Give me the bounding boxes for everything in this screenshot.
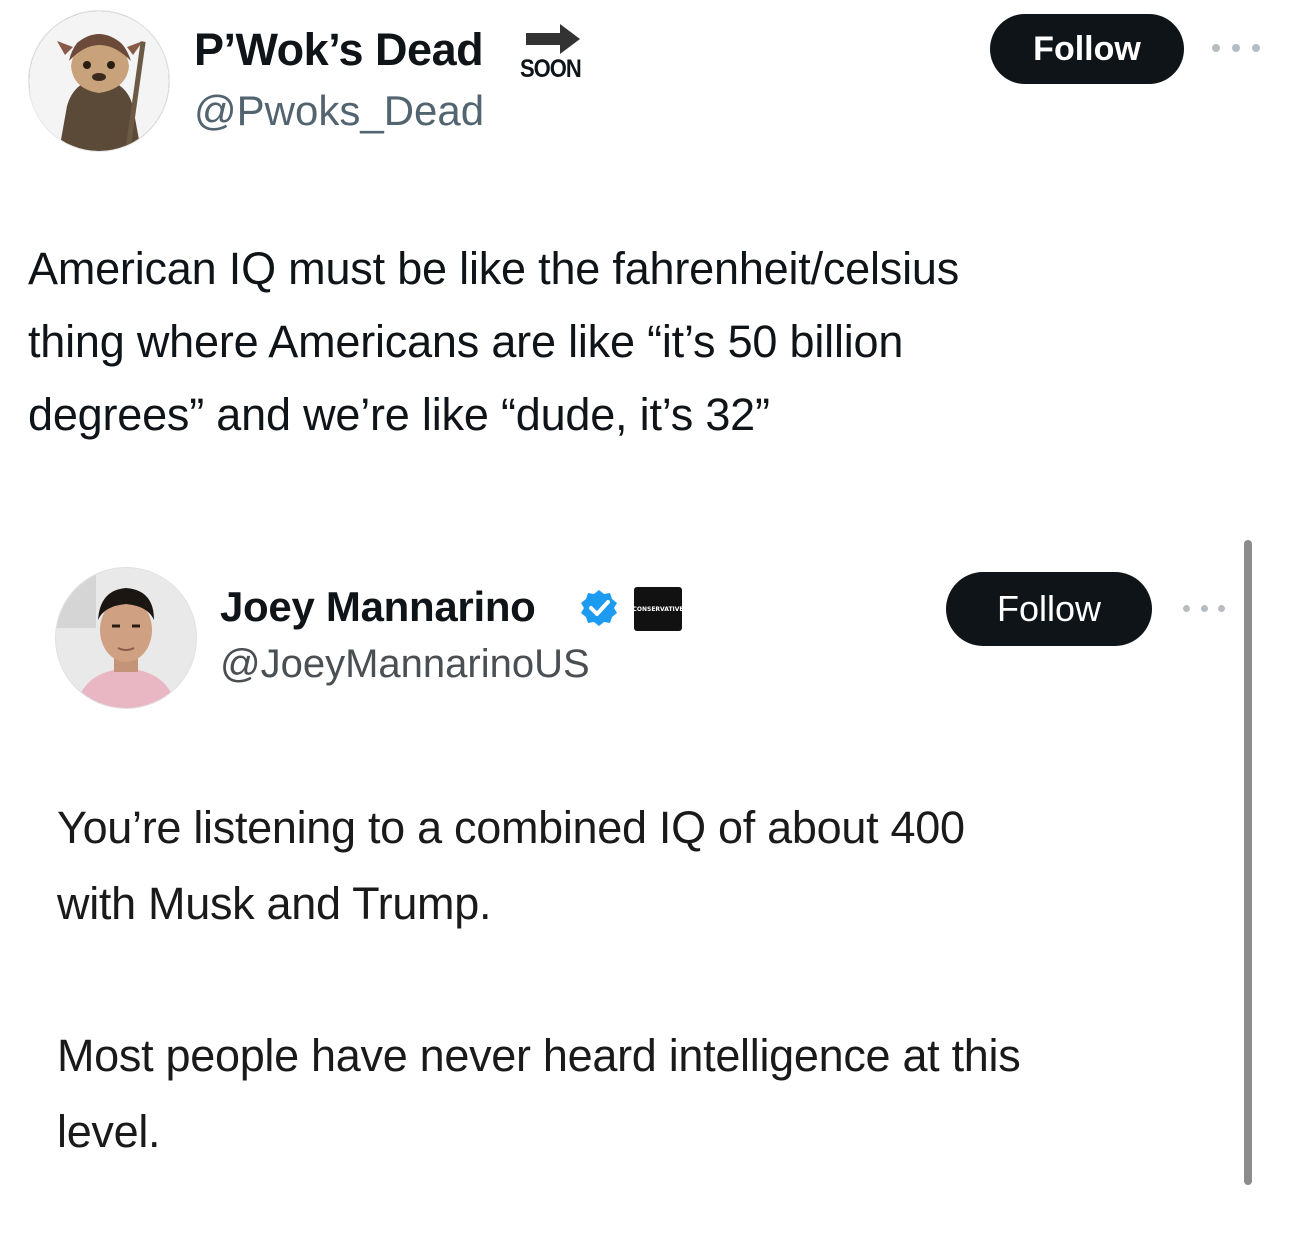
user-handle[interactable]: @Pwoks_Dead <box>194 86 484 136</box>
quoted-more-options-icon[interactable] <box>1183 601 1225 615</box>
affiliate-badge: CONSERVATIVE <box>632 587 684 631</box>
quoted-display-name[interactable]: Joey Mannarino <box>220 582 536 632</box>
quoted-text-line: with Musk and Trump. <box>57 878 492 929</box>
avatar[interactable] <box>28 10 170 152</box>
quoted-text-line: level. <box>57 1106 161 1157</box>
tweet-text: American IQ must be like the fahrenheit/… <box>28 232 1268 451</box>
affiliate-badge-label: CONSERVATIVE <box>632 605 684 613</box>
arrow-right-icon <box>526 24 580 54</box>
quoted-text-line: Most people have never heard intelligenc… <box>57 1030 1021 1081</box>
display-name[interactable]: P’Wok’s Dead <box>194 24 484 76</box>
quoted-paragraph: Most people have never heard intelligenc… <box>57 1018 1237 1170</box>
quoted-follow-button[interactable]: Follow <box>946 572 1152 646</box>
avatar-image-icon <box>29 11 169 151</box>
embedded-image-scrollbar <box>1244 540 1252 1185</box>
tweet-text-line: American IQ must be like the fahrenheit/… <box>28 243 960 294</box>
quoted-paragraph: You’re listening to a combined IQ of abo… <box>57 790 1237 942</box>
soon-badge: SOON <box>516 20 586 83</box>
more-options-icon[interactable] <box>1212 32 1260 64</box>
tweet-text-line: thing where Americans are like “it’s 50 … <box>28 316 904 367</box>
quoted-text-line: You’re listening to a combined IQ of abo… <box>57 802 965 853</box>
verified-badge-icon <box>581 590 617 626</box>
follow-button[interactable]: Follow <box>990 14 1184 84</box>
soon-badge-label: SOON <box>520 54 582 83</box>
quoted-user-handle[interactable]: @JoeyMannarinoUS <box>220 640 590 688</box>
quoted-avatar[interactable] <box>55 567 197 709</box>
quoted-tweet-text: You’re listening to a combined IQ of abo… <box>57 790 1237 1246</box>
tweet-text-line: degrees” and we’re like “dude, it’s 32” <box>28 389 770 440</box>
quoted-avatar-image-icon <box>56 568 196 708</box>
